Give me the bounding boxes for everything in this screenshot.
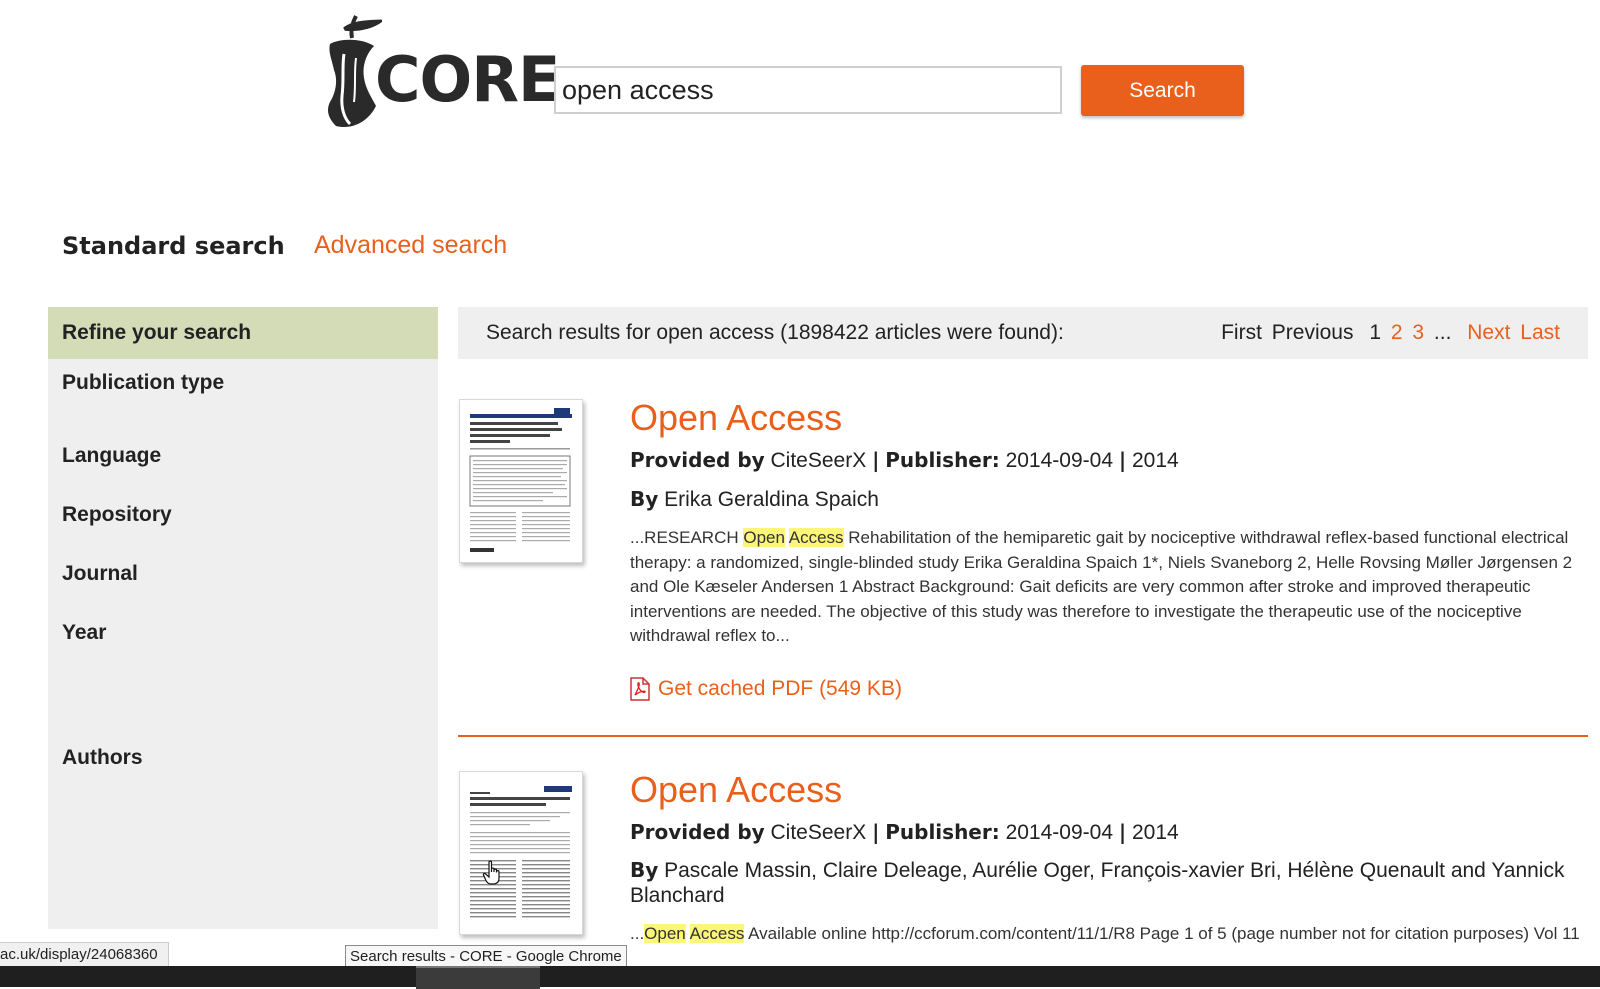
status-bar-url: ac.uk/display/24068360	[0, 942, 169, 967]
document-thumbnail-icon	[469, 408, 572, 552]
result-year: 2014	[1132, 821, 1179, 844]
facet-authors[interactable]: Authors	[62, 746, 143, 770]
result-thumbnail[interactable]	[459, 771, 583, 935]
result-thumbnail[interactable]	[459, 399, 583, 563]
pdf-icon	[630, 677, 650, 702]
publisher-label: Publisher:	[885, 448, 1000, 472]
meta-separator: |	[872, 448, 880, 472]
result-divider	[458, 735, 1588, 737]
document-thumbnail-icon	[470, 786, 572, 918]
search-button[interactable]: Search	[1081, 65, 1244, 116]
result-snippet: ...RESEARCH Open Access Rehabilitation o…	[630, 526, 1582, 649]
pagination-next[interactable]: Next	[1467, 321, 1510, 344]
by-label: By	[630, 858, 659, 882]
provider-name: CiteSeerX	[770, 821, 867, 844]
taskbar	[0, 966, 1600, 989]
publisher-value: 2014-09-04	[1005, 821, 1113, 844]
pagination-previous[interactable]: Previous	[1272, 321, 1354, 344]
snippet-text: Available online http://ccforum.com/cont…	[744, 924, 1580, 943]
results-bar: Search results for open access (1898422 …	[458, 307, 1588, 359]
facet-journal[interactable]: Journal	[62, 562, 138, 586]
refine-sidebar: Refine your search Publication type Lang…	[48, 307, 438, 929]
get-cached-pdf-link[interactable]: Get cached PDF (549 KB)	[630, 677, 902, 702]
facet-repository[interactable]: Repository	[62, 503, 172, 527]
facet-language[interactable]: Language	[62, 444, 161, 468]
provided-by-label: Provided by	[630, 448, 765, 472]
provider-name: CiteSeerX	[770, 449, 867, 472]
pagination-page-3[interactable]: 3	[1412, 321, 1424, 344]
authors-list: Pascale Massin, Claire Deleage, Aurélie …	[630, 859, 1565, 907]
pagination: First Previous 1 2 3 ... Next Last	[1217, 321, 1560, 345]
taskbar-active-item[interactable]	[416, 966, 540, 989]
snippet-highlight: Open	[644, 924, 686, 943]
result-authors: By Erika Geraldina Spaich	[630, 487, 1570, 512]
pagination-first[interactable]: First	[1221, 321, 1262, 344]
result-title[interactable]: Open Access	[630, 397, 842, 439]
meta-separator: |	[1118, 448, 1127, 472]
authors-list: Erika Geraldina Spaich	[664, 488, 879, 511]
result-meta: Provided by CiteSeerX | Publisher: 2014-…	[630, 448, 1179, 473]
core-logo[interactable]: CORE	[322, 14, 560, 134]
result-title[interactable]: Open Access	[630, 769, 842, 811]
sidebar-title: Refine your search	[48, 307, 438, 359]
provided-by-label: Provided by	[630, 820, 765, 844]
snippet-highlight: Access	[788, 528, 844, 547]
meta-separator: |	[872, 820, 880, 844]
pagination-current-page: 1	[1369, 321, 1381, 344]
publisher-label: Publisher:	[885, 820, 1000, 844]
result-snippet: ...Open Access Available online http://c…	[630, 922, 1582, 946]
results-summary: Search results for open access (1898422 …	[486, 321, 1064, 344]
snippet-text: ...RESEARCH	[630, 528, 744, 547]
publisher-value: 2014-09-04	[1005, 449, 1113, 472]
by-label: By	[630, 487, 659, 511]
tab-standard-search[interactable]: Standard search	[62, 232, 285, 260]
pagination-last[interactable]: Last	[1520, 321, 1560, 344]
result-meta: Provided by CiteSeerX | Publisher: 2014-…	[630, 820, 1179, 845]
apple-core-logo-icon	[328, 15, 382, 128]
pagination-ellipsis: ...	[1433, 321, 1452, 344]
logo-wordmark: CORE	[375, 43, 560, 116]
snippet-text: ...	[630, 924, 645, 943]
search-input[interactable]	[554, 66, 1062, 114]
pagination-page-2[interactable]: 2	[1391, 321, 1403, 344]
facet-publication-type[interactable]: Publication type	[62, 371, 224, 395]
facet-year[interactable]: Year	[62, 621, 106, 645]
snippet-highlight: Access	[689, 924, 745, 943]
pdf-link-label: Get cached PDF (549 KB)	[658, 677, 902, 700]
snippet-highlight: Open	[743, 528, 785, 547]
tab-advanced-search[interactable]: Advanced search	[314, 231, 507, 260]
result-year: 2014	[1132, 449, 1179, 472]
result-authors: By Pascale Massin, Claire Deleage, Aurél…	[630, 858, 1570, 908]
hand-cursor-icon	[482, 860, 500, 885]
meta-separator: |	[1118, 820, 1127, 844]
